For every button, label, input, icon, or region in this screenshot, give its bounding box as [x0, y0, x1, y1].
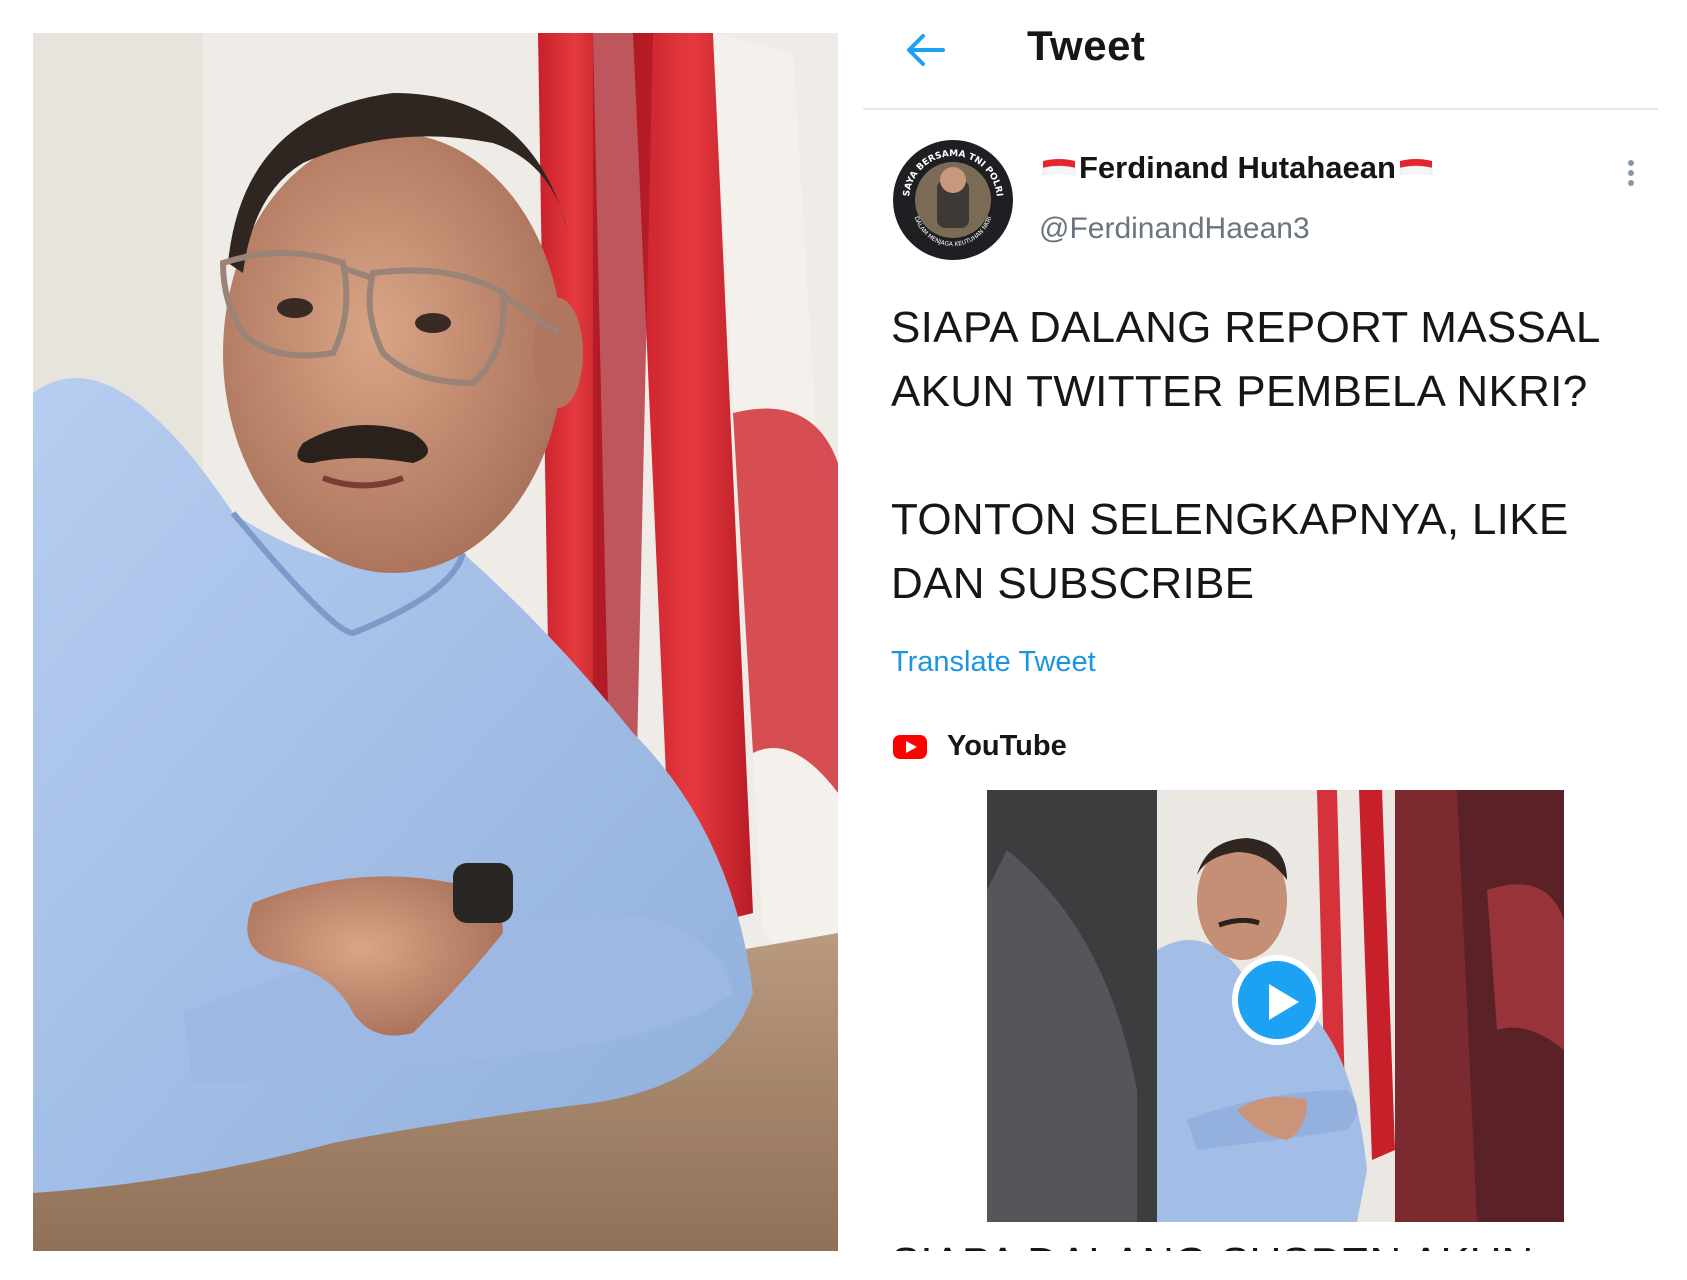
video-thumbnail[interactable] [987, 790, 1564, 1222]
translate-tweet-link[interactable]: Translate Tweet [891, 646, 1096, 679]
tweet-text-line: TONTON SELENGKAPNYA, LIKE [891, 495, 1569, 544]
indonesia-flag-icon [1042, 159, 1076, 176]
user-handle[interactable]: @FerdinandHaean3 [1039, 212, 1310, 246]
dot-icon [1628, 170, 1634, 176]
dot-icon [1628, 180, 1634, 186]
tweet-text-line: AKUN TWITTER PEMBELA NKRI? [891, 367, 1588, 416]
collage: Tweet SAYA BERSAMA TNI POLRI DALAM MENJA… [0, 0, 1687, 1280]
indonesia-flag-icon [1399, 159, 1433, 176]
tweet-text-line: DAN SUBSCRIBE [891, 559, 1255, 608]
person-photo [33, 33, 838, 1251]
display-name[interactable]: Ferdinand Hutahaean [1039, 150, 1436, 186]
display-name-text: Ferdinand Hutahaean [1079, 150, 1396, 185]
card-source: YouTube [893, 730, 1067, 763]
avatar[interactable]: SAYA BERSAMA TNI POLRI DALAM MENJAGA KEU… [893, 140, 1013, 260]
card-source-label: YouTube [947, 730, 1067, 762]
tweet-text: SIAPA DALANG REPORT MASSAL AKUN TWITTER … [891, 296, 1651, 616]
tweet-text-line: SIAPA DALANG REPORT MASSAL [891, 303, 1601, 352]
more-options-button[interactable] [1621, 156, 1641, 192]
play-button[interactable] [1232, 955, 1322, 1045]
dot-icon [1628, 160, 1634, 166]
arrow-left-icon [907, 34, 945, 66]
page-title: Tweet [1027, 22, 1146, 69]
app-header: Tweet [863, 0, 1658, 110]
youtube-icon [893, 734, 927, 759]
back-button[interactable] [899, 24, 951, 76]
card-title: SIAPA DALANG SUSPEN AKUN [891, 1232, 1533, 1251]
tweet-screen: Tweet SAYA BERSAMA TNI POLRI DALAM MENJA… [863, 0, 1663, 1251]
